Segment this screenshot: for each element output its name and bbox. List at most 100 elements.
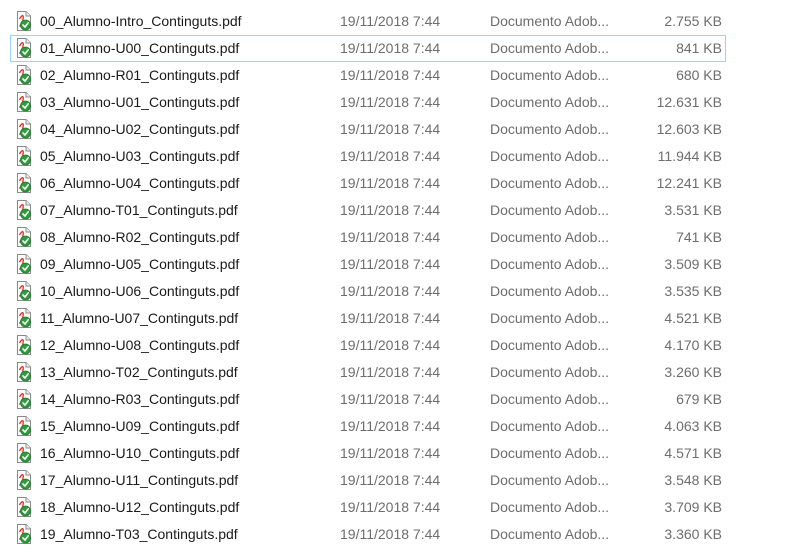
file-modified-date: 19/11/2018 7:44 [340, 121, 441, 137]
file-size: 4.521 KB [664, 310, 722, 326]
file-size: 12.631 KB [656, 94, 722, 110]
pdf-file-icon [15, 389, 33, 409]
file-modified-date: 19/11/2018 7:44 [340, 310, 441, 326]
file-row[interactable]: 07_Alumno-T01_Continguts.pdf 19/11/2018 … [0, 197, 798, 224]
file-type: Documento Adob... [490, 13, 610, 29]
file-row[interactable]: 19_Alumno-T03_Continguts.pdf 19/11/2018 … [0, 521, 798, 548]
pdf-file-icon [15, 254, 33, 274]
file-name: 16_Alumno-U10_Continguts.pdf [40, 445, 240, 461]
file-row[interactable]: 14_Alumno-R03_Continguts.pdf 19/11/2018 … [0, 386, 798, 413]
file-type: Documento Adob... [490, 202, 610, 218]
pdf-file-icon [15, 416, 33, 436]
file-size: 3.260 KB [664, 364, 722, 380]
file-type: Documento Adob... [490, 472, 610, 488]
file-name: 06_Alumno-U04_Continguts.pdf [40, 175, 240, 191]
file-modified-date: 19/11/2018 7:44 [340, 94, 441, 110]
file-row[interactable]: 16_Alumno-U10_Continguts.pdf 19/11/2018 … [0, 440, 798, 467]
file-size: 4.571 KB [664, 445, 722, 461]
pdf-file-icon [15, 470, 33, 490]
file-modified-date: 19/11/2018 7:44 [340, 418, 441, 434]
file-size: 3.531 KB [664, 202, 722, 218]
file-name: 02_Alumno-R01_Continguts.pdf [40, 67, 240, 83]
file-name: 01_Alumno-U00_Continguts.pdf [40, 40, 240, 56]
file-name: 10_Alumno-U06_Continguts.pdf [40, 283, 240, 299]
file-row[interactable]: 00_Alumno-Intro_Continguts.pdf 19/11/201… [0, 8, 798, 35]
file-modified-date: 19/11/2018 7:44 [340, 472, 441, 488]
file-row[interactable]: 13_Alumno-T02_Continguts.pdf 19/11/2018 … [0, 359, 798, 386]
file-row[interactable]: 17_Alumno-U11_Continguts.pdf 19/11/2018 … [0, 467, 798, 494]
file-row[interactable]: 05_Alumno-U03_Continguts.pdf 19/11/2018 … [0, 143, 798, 170]
file-size: 3.360 KB [664, 526, 722, 542]
file-row[interactable]: 08_Alumno-R02_Continguts.pdf 19/11/2018 … [0, 224, 798, 251]
file-modified-date: 19/11/2018 7:44 [340, 445, 441, 461]
file-row[interactable]: 11_Alumno-U07_Continguts.pdf 19/11/2018 … [0, 305, 798, 332]
pdf-file-icon [15, 227, 33, 247]
file-modified-date: 19/11/2018 7:44 [340, 148, 441, 164]
file-modified-date: 19/11/2018 7:44 [340, 391, 441, 407]
file-type: Documento Adob... [490, 445, 610, 461]
file-name: 13_Alumno-T02_Continguts.pdf [40, 364, 238, 380]
pdf-file-icon [15, 92, 33, 112]
file-row[interactable]: 02_Alumno-R01_Continguts.pdf 19/11/2018 … [0, 62, 798, 89]
pdf-file-icon [15, 119, 33, 139]
file-size: 4.170 KB [664, 337, 722, 353]
pdf-file-icon [15, 443, 33, 463]
file-type: Documento Adob... [490, 175, 610, 191]
file-name: 03_Alumno-U01_Continguts.pdf [40, 94, 240, 110]
file-type: Documento Adob... [490, 526, 610, 542]
pdf-file-icon [15, 173, 33, 193]
file-row[interactable]: 04_Alumno-U02_Continguts.pdf 19/11/2018 … [0, 116, 798, 143]
file-size: 2.755 KB [664, 13, 722, 29]
file-row[interactable]: 12_Alumno-U08_Continguts.pdf 19/11/2018 … [0, 332, 798, 359]
file-row[interactable]: 09_Alumno-U05_Continguts.pdf 19/11/2018 … [0, 251, 798, 278]
pdf-file-icon [15, 308, 33, 328]
file-size: 12.603 KB [656, 121, 722, 137]
pdf-file-icon [15, 497, 33, 517]
file-type: Documento Adob... [490, 94, 610, 110]
file-modified-date: 19/11/2018 7:44 [340, 229, 441, 245]
file-row[interactable]: 18_Alumno-U12_Continguts.pdf 19/11/2018 … [0, 494, 798, 521]
pdf-file-icon [15, 281, 33, 301]
pdf-file-icon [15, 200, 33, 220]
pdf-file-icon [15, 362, 33, 382]
file-row[interactable]: 10_Alumno-U06_Continguts.pdf 19/11/2018 … [0, 278, 798, 305]
file-name: 09_Alumno-U05_Continguts.pdf [40, 256, 240, 272]
file-type: Documento Adob... [490, 229, 610, 245]
file-type: Documento Adob... [490, 337, 610, 353]
file-name: 15_Alumno-U09_Continguts.pdf [40, 418, 240, 434]
file-size: 741 KB [676, 229, 722, 245]
file-type: Documento Adob... [490, 364, 610, 380]
file-size: 679 KB [676, 391, 722, 407]
file-row[interactable]: 03_Alumno-U01_Continguts.pdf 19/11/2018 … [0, 89, 798, 116]
file-size: 3.548 KB [664, 472, 722, 488]
file-row[interactable]: 15_Alumno-U09_Continguts.pdf 19/11/2018 … [0, 413, 798, 440]
file-name: 07_Alumno-T01_Continguts.pdf [40, 202, 238, 218]
file-name: 19_Alumno-T03_Continguts.pdf [40, 526, 238, 542]
file-size: 4.063 KB [664, 418, 722, 434]
file-modified-date: 19/11/2018 7:44 [340, 256, 441, 272]
file-modified-date: 19/11/2018 7:44 [340, 364, 441, 380]
file-modified-date: 19/11/2018 7:44 [340, 526, 441, 542]
file-name: 05_Alumno-U03_Continguts.pdf [40, 148, 240, 164]
file-size: 3.709 KB [664, 499, 722, 515]
file-modified-date: 19/11/2018 7:44 [340, 202, 441, 218]
pdf-file-icon [15, 335, 33, 355]
file-modified-date: 19/11/2018 7:44 [340, 40, 441, 56]
file-modified-date: 19/11/2018 7:44 [340, 283, 441, 299]
file-row[interactable]: 01_Alumno-U00_Continguts.pdf 19/11/2018 … [0, 35, 798, 62]
file-row[interactable]: 06_Alumno-U04_Continguts.pdf 19/11/2018 … [0, 170, 798, 197]
file-name: 11_Alumno-U07_Continguts.pdf [40, 310, 239, 326]
file-type: Documento Adob... [490, 499, 610, 515]
file-list: 00_Alumno-Intro_Continguts.pdf 19/11/201… [0, 8, 798, 548]
file-name: 00_Alumno-Intro_Continguts.pdf [40, 13, 242, 29]
file-name: 12_Alumno-U08_Continguts.pdf [40, 337, 240, 353]
file-name: 08_Alumno-R02_Continguts.pdf [40, 229, 240, 245]
pdf-file-icon [15, 38, 33, 58]
file-type: Documento Adob... [490, 256, 610, 272]
file-type: Documento Adob... [490, 283, 610, 299]
file-name: 04_Alumno-U02_Continguts.pdf [40, 121, 240, 137]
file-name: 18_Alumno-U12_Continguts.pdf [40, 499, 240, 515]
pdf-file-icon [15, 524, 33, 544]
file-size: 3.509 KB [664, 256, 722, 272]
file-type: Documento Adob... [490, 310, 610, 326]
